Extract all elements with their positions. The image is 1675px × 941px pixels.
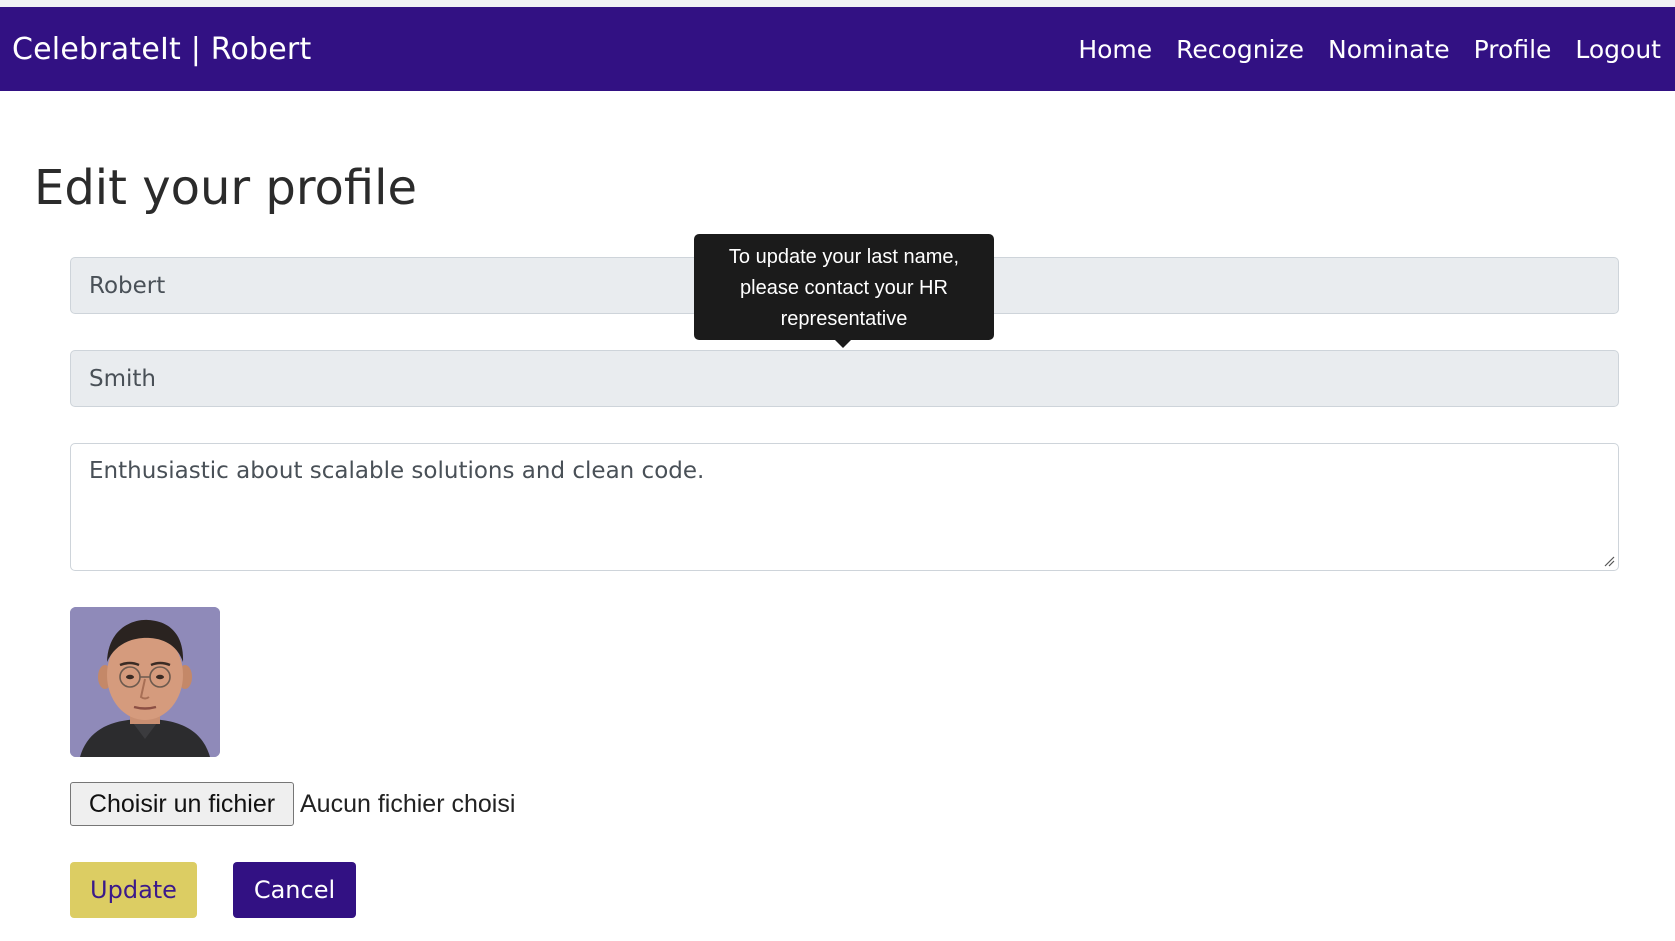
last-name-field[interactable]: Smith	[70, 350, 1619, 407]
nav-recognize-link[interactable]: Recognize	[1176, 35, 1304, 64]
nav-profile-link[interactable]: Profile	[1474, 35, 1552, 64]
nav-nominate-link[interactable]: Nominate	[1328, 35, 1450, 64]
nav-logout-link[interactable]: Logout	[1575, 35, 1661, 64]
cancel-button[interactable]: Cancel	[233, 862, 356, 918]
brand-link[interactable]: CelebrateIt | Robert	[12, 32, 311, 67]
tooltip-line: To update your last name,	[728, 246, 960, 268]
navbar: CelebrateIt | Robert Home Recognize Nomi…	[0, 7, 1675, 91]
bio-text: Enthusiastic about scalable solutions an…	[89, 458, 705, 484]
file-status-text: Aucun fichier choisi	[300, 790, 516, 818]
tooltip-line: please contact your HR	[740, 277, 948, 299]
tooltip-arrow	[835, 340, 851, 348]
resize-handle-icon[interactable]	[1603, 555, 1615, 567]
last-name-tooltip: To update your last name, please contact…	[694, 234, 994, 340]
nav-links: Home Recognize Nominate Profile Logout	[1054, 35, 1661, 64]
page-title: Edit your profile	[34, 160, 418, 216]
nav-home-link[interactable]: Home	[1078, 35, 1152, 64]
update-button[interactable]: Update	[70, 862, 197, 918]
top-strip	[0, 0, 1675, 7]
avatar-portrait-icon	[70, 607, 220, 757]
profile-avatar	[70, 607, 220, 757]
choose-file-button[interactable]: Choisir un fichier	[70, 782, 294, 826]
tooltip-line: representative	[780, 308, 908, 330]
bio-textarea[interactable]: Enthusiastic about scalable solutions an…	[70, 443, 1619, 571]
